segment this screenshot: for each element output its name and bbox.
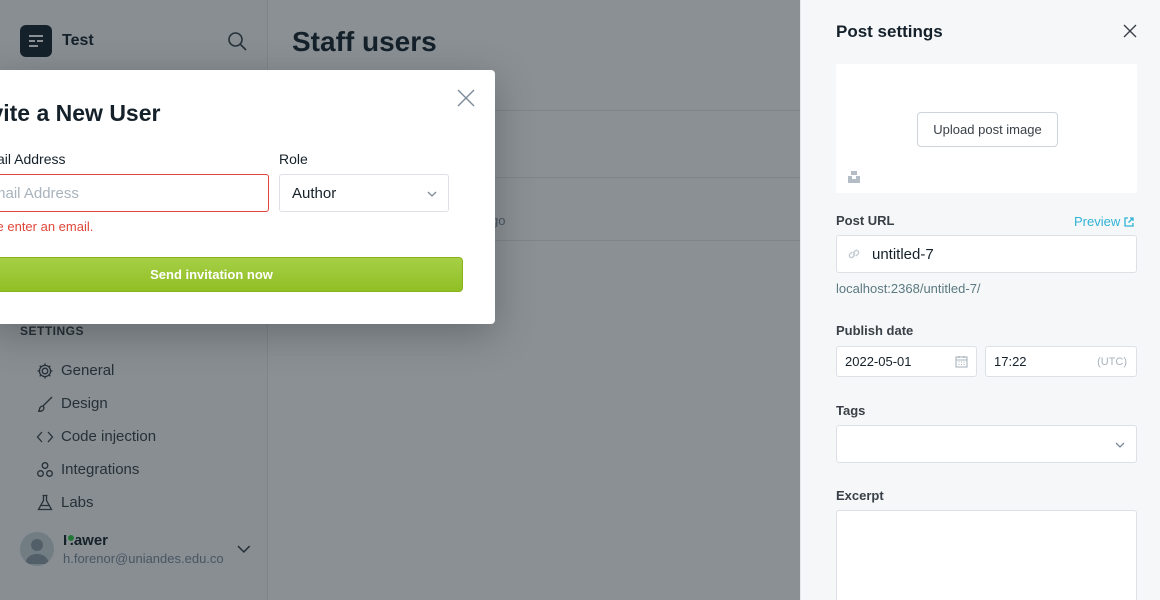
email-field[interactable] <box>0 174 269 212</box>
post-image-area: Upload post image <box>836 64 1137 193</box>
calendar-icon[interactable] <box>955 355 968 368</box>
excerpt-textarea[interactable] <box>836 510 1137 600</box>
role-value: Author <box>292 184 337 202</box>
timezone-label: (UTC) <box>1097 356 1127 368</box>
link-icon <box>848 249 860 259</box>
tags-select[interactable] <box>836 425 1137 463</box>
post-url-full: localhost:2368/untitled-7/ <box>836 281 981 296</box>
preview-link-label: Preview <box>1074 214 1121 229</box>
chevron-down-icon <box>427 191 437 197</box>
upload-post-image-button[interactable]: Upload post image <box>917 112 1058 147</box>
publish-time-input[interactable]: 17:22 (UTC) <box>985 346 1137 377</box>
external-link-icon <box>1124 216 1134 227</box>
date-value: 2022-05-01 <box>845 354 912 369</box>
email-label: Email Address <box>0 151 66 167</box>
time-value: 17:22 <box>994 354 1027 369</box>
invite-user-modal: Invite a New User Email Address Please e… <box>0 70 495 324</box>
unsplash-icon[interactable] <box>847 170 861 184</box>
close-icon[interactable] <box>457 89 475 107</box>
tags-label: Tags <box>836 403 866 418</box>
publish-date-input[interactable]: 2022-05-01 <box>836 346 977 377</box>
role-label: Role <box>279 151 308 167</box>
preview-link[interactable]: Preview <box>1074 214 1134 229</box>
role-select[interactable]: Author <box>279 174 449 212</box>
send-invitation-button[interactable]: Send invitation now <box>0 257 463 292</box>
modal-title: Invite a New User <box>0 100 161 126</box>
email-error-message: Please enter an email. <box>0 219 94 234</box>
panel-title: Post settings <box>836 22 943 41</box>
publish-date-label: Publish date <box>836 323 914 338</box>
post-url-input[interactable]: untitled-7 <box>836 235 1137 273</box>
excerpt-label: Excerpt <box>836 488 884 503</box>
post-settings-panel: Post settings Upload post image Post URL… <box>800 0 1160 600</box>
chevron-down-icon <box>1115 442 1125 448</box>
close-icon[interactable] <box>1123 24 1137 38</box>
post-url-value: untitled-7 <box>872 245 934 263</box>
post-url-label: Post URL <box>836 213 895 228</box>
